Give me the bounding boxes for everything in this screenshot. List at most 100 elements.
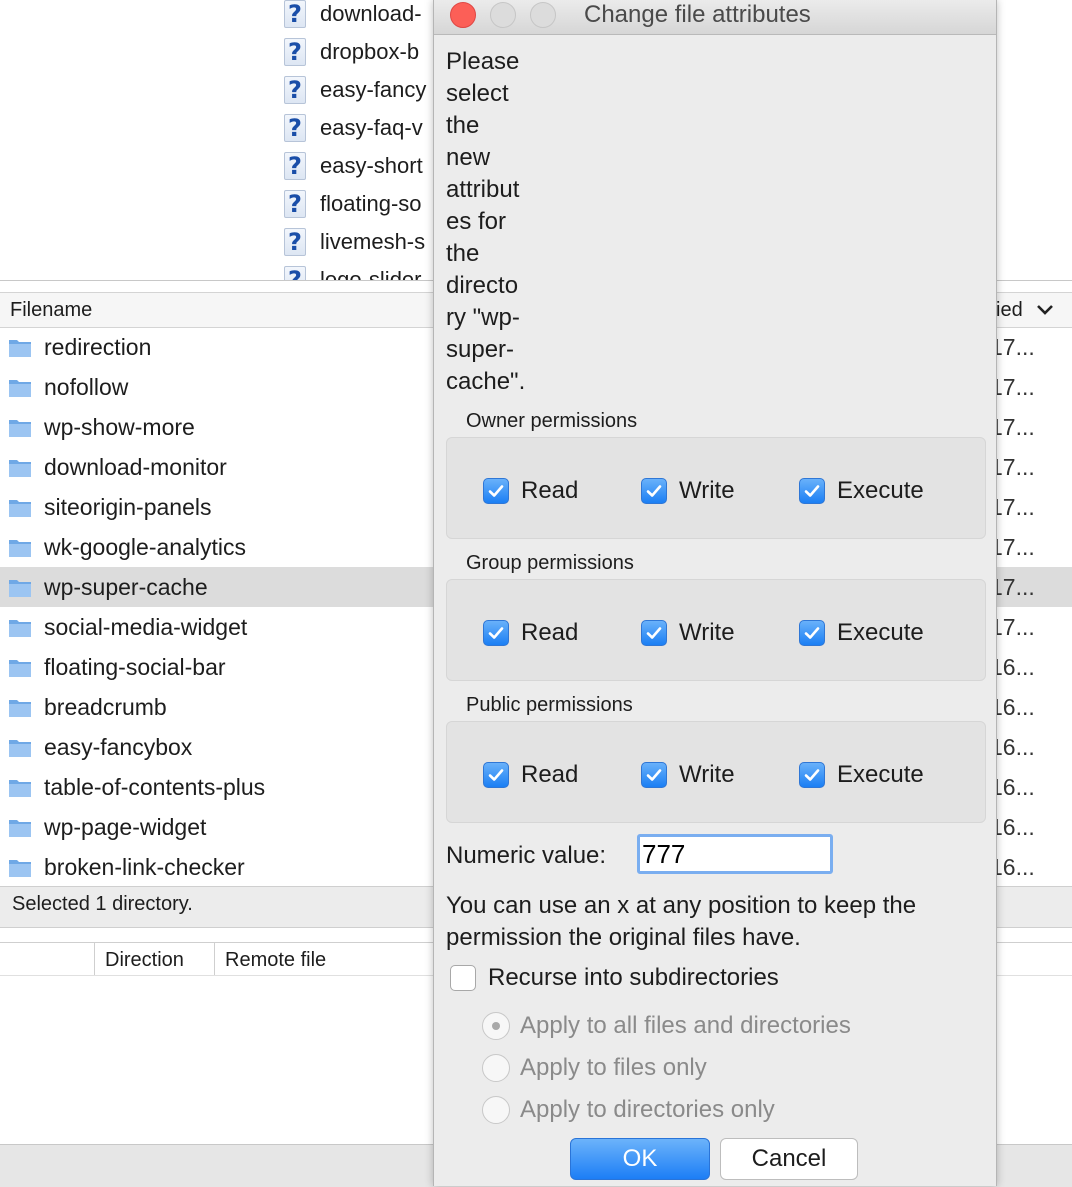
tree-item[interactable]: ? easy-short: [284, 148, 423, 184]
owner-write-checkbox[interactable]: Write: [641, 477, 735, 505]
group-permissions-group: Read Write Execute: [446, 579, 986, 681]
radio-apply-all[interactable]: Apply to all files and directories: [482, 1012, 851, 1040]
file-name: floating-social-bar: [44, 654, 226, 680]
dialog-titlebar[interactable]: Change file attributes: [434, 0, 996, 35]
tree-item-label: easy-fancy: [320, 77, 427, 102]
folder-icon: [9, 420, 31, 437]
checkmark-icon: [641, 620, 667, 646]
checkbox-label: Execute: [837, 619, 924, 646]
folder-icon: [9, 580, 31, 597]
tree-item[interactable]: ? download-: [284, 0, 422, 32]
column-direction[interactable]: Direction: [94, 943, 184, 975]
public-execute-checkbox[interactable]: Execute: [799, 761, 924, 789]
tree-item[interactable]: ? easy-faq-v: [284, 110, 423, 146]
dialog-title: Change file attributes: [584, 1, 811, 28]
folder-icon: [9, 540, 31, 557]
recurse-subdirectories-checkbox[interactable]: Recurse into subdirectories: [450, 964, 779, 992]
radio-label: Apply to directories only: [520, 1096, 775, 1123]
owner-read-checkbox[interactable]: Read: [483, 477, 578, 505]
owner-execute-checkbox[interactable]: Execute: [799, 477, 924, 505]
public-read-checkbox[interactable]: Read: [483, 761, 578, 789]
checkbox-label: Recurse into subdirectories: [488, 964, 779, 991]
file-name: table-of-contents-plus: [44, 774, 266, 800]
owner-permissions-label: Owner permissions: [466, 410, 638, 432]
file-name: wp-show-more: [44, 414, 195, 440]
tree-item-label: livemesh-s: [320, 229, 426, 254]
ok-button[interactable]: OK: [570, 1138, 710, 1180]
tree-item-label: logo-slider: [320, 267, 422, 280]
zoom-window-button[interactable]: [530, 2, 556, 28]
folder-icon: [9, 740, 31, 757]
prompt-line: ry "wp-: [446, 304, 520, 331]
column-modified[interactable]: ied: [996, 293, 1023, 327]
question-icon: ?: [284, 190, 306, 218]
tree-item[interactable]: ? logo-slider: [284, 262, 422, 280]
folder-icon: [9, 660, 31, 677]
file-name: download-monitor: [44, 454, 227, 480]
change-file-attributes-dialog: Change file attributes Please select the…: [433, 0, 997, 1186]
radio-selected-icon: [482, 1012, 510, 1040]
numeric-value-label: Numeric value:: [446, 842, 607, 869]
tree-item[interactable]: ? floating-so: [284, 186, 422, 222]
folder-icon: [9, 460, 31, 477]
checkmark-icon: [799, 478, 825, 504]
radio-apply-directories-only[interactable]: Apply to directories only: [482, 1096, 775, 1124]
status-text: Selected 1 directory.: [12, 893, 193, 915]
checkmark-icon: [799, 762, 825, 788]
checkmark-icon: [483, 478, 509, 504]
radio-apply-files-only[interactable]: Apply to files only: [482, 1054, 707, 1082]
group-execute-checkbox[interactable]: Execute: [799, 619, 924, 647]
folder-icon: [9, 860, 31, 877]
file-name: nofollow: [44, 374, 129, 400]
file-name: breadcrumb: [44, 694, 167, 720]
file-name: wp-page-widget: [44, 814, 207, 840]
checkmark-icon: [799, 620, 825, 646]
checkmark-icon: [483, 620, 509, 646]
checkmark-icon: [641, 478, 667, 504]
tree-item[interactable]: ? easy-fancy: [284, 72, 426, 108]
checkbox-label: Read: [521, 761, 579, 788]
prompt-line: cache".: [446, 368, 526, 395]
tree-item-label: dropbox-b: [320, 39, 420, 64]
checkbox-label: Write: [679, 619, 735, 646]
checkbox-label: Read: [521, 619, 579, 646]
numeric-value-input[interactable]: [637, 834, 833, 874]
public-write-checkbox[interactable]: Write: [641, 761, 735, 789]
prompt-line: the: [446, 240, 480, 267]
column-filename[interactable]: Filename: [10, 293, 92, 327]
public-permissions-label: Public permissions: [466, 694, 633, 716]
prompt-line: the: [446, 112, 480, 139]
minimize-window-button[interactable]: [490, 2, 516, 28]
column-remote-file[interactable]: Remote file: [214, 943, 326, 975]
folder-icon: [9, 620, 31, 637]
tree-item-label: easy-short: [320, 153, 423, 178]
question-icon: ?: [284, 152, 306, 180]
question-icon: ?: [284, 76, 306, 104]
question-icon: ?: [284, 0, 306, 28]
prompt-line: new: [446, 144, 491, 171]
folder-icon: [9, 340, 31, 357]
tree-item[interactable]: ? dropbox-b: [284, 34, 419, 70]
group-read-checkbox[interactable]: Read: [483, 619, 578, 647]
dialog-prompt: Please select the new attribut es for th…: [446, 46, 546, 398]
chevron-down-icon[interactable]: [1034, 299, 1056, 321]
folder-icon: [9, 700, 31, 717]
folder-icon: [9, 380, 31, 397]
close-window-button[interactable]: [450, 2, 476, 28]
checkmark-icon: [641, 762, 667, 788]
file-name: easy-fancybox: [44, 734, 193, 760]
cancel-button[interactable]: Cancel: [720, 1138, 858, 1180]
prompt-line: select: [446, 80, 509, 107]
group-write-checkbox[interactable]: Write: [641, 619, 735, 647]
prompt-line: super-: [446, 336, 515, 363]
radio-unselected-icon: [482, 1096, 510, 1124]
checkbox-label: Write: [679, 761, 735, 788]
file-name: broken-link-checker: [44, 854, 245, 880]
radio-label: Apply to all files and directories: [520, 1012, 851, 1039]
tree-item[interactable]: ? livemesh-s: [284, 224, 425, 260]
radio-label: Apply to files only: [520, 1054, 707, 1081]
question-icon: ?: [284, 228, 306, 256]
question-icon: ?: [284, 38, 306, 66]
checkbox-label: Write: [679, 477, 735, 504]
checkbox-label: Execute: [837, 477, 924, 504]
